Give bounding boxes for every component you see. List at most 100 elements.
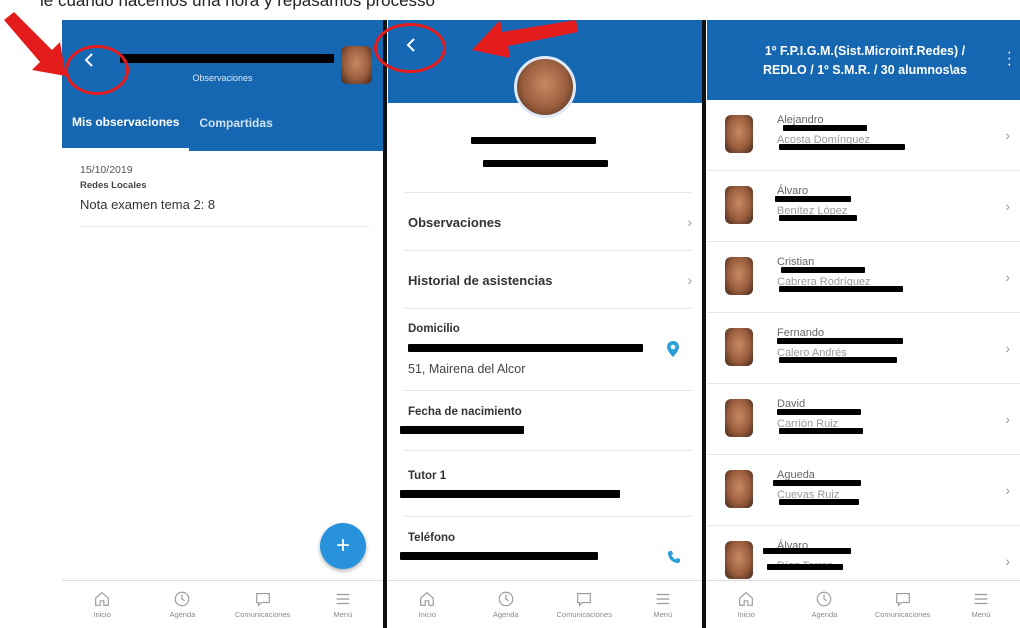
nav-comunicaciones[interactable]: Comunicaciones: [864, 581, 942, 628]
nav-label: Agenda: [169, 610, 196, 619]
observation-subject: Redes Locales: [80, 180, 147, 191]
redacted-student-name: [120, 54, 334, 63]
divider: [404, 308, 692, 309]
student-row[interactable]: Alejandro Acosta Domínguez ›: [707, 100, 1020, 171]
nav-menu[interactable]: Menú: [303, 581, 383, 628]
divider: [80, 226, 369, 227]
domicilio-label: Domicilio: [408, 323, 460, 335]
kebab-icon[interactable]: · · ·: [1007, 45, 1012, 73]
student-row[interactable]: Fernando Calero Andrés ›: [707, 313, 1020, 384]
address-line2: 51, Mairena del Alcor: [408, 362, 526, 376]
nav-label: Comunicaciones: [556, 610, 612, 619]
phone-icon[interactable]: [667, 550, 681, 564]
menu-historial-asistencias[interactable]: Historial de asistencias ›: [388, 251, 702, 308]
student-profile-screen: Observaciones › Historial de asistencias…: [388, 20, 702, 628]
panel-divider: [383, 20, 387, 628]
avatar[interactable]: [341, 46, 372, 84]
chevron-right-icon: ›: [1005, 411, 1010, 427]
divider: [404, 450, 692, 451]
chat-icon: [255, 593, 270, 607]
redacted-first-name: [471, 137, 596, 144]
observation-note: Nota examen tema 2: 8: [80, 197, 216, 212]
redacted-last-name: [483, 160, 608, 167]
nav-comunicaciones[interactable]: Comunicaciones: [545, 581, 624, 628]
home-icon: [739, 591, 754, 606]
annotation-arrow-icon: [472, 20, 578, 58]
highlight-circle: [65, 45, 129, 95]
bottom-nav: Inicio Agenda Comunicaciones Menú: [388, 580, 702, 628]
nav-inicio[interactable]: Inicio: [707, 581, 785, 628]
panel-divider: [702, 20, 706, 628]
student-row[interactable]: Cristian Cabrera Rodríguez ›: [707, 242, 1020, 313]
nav-agenda[interactable]: Agenda: [142, 581, 222, 628]
redaction-bar: [777, 338, 903, 344]
chevron-right-icon: ›: [1005, 482, 1010, 498]
redaction-bar: [777, 409, 861, 415]
divider: [404, 516, 692, 517]
nav-menu[interactable]: Menú: [624, 581, 703, 628]
student-avatar: [725, 470, 753, 508]
class-title-line2: REDLO / 1º S.M.R. / 30 alumnos\as: [763, 63, 967, 77]
fecha-nacimiento-label: Fecha de nacimiento: [408, 406, 522, 418]
chevron-right-icon: ›: [687, 272, 692, 288]
redaction-bar: [779, 144, 905, 150]
chevron-right-icon: ›: [1005, 553, 1010, 569]
student-avatar: [725, 186, 753, 224]
nav-label: Comunicaciones: [874, 610, 931, 619]
nav-label: Menú: [971, 610, 991, 619]
chevron-right-icon: ›: [1005, 198, 1010, 214]
nav-agenda[interactable]: Agenda: [785, 581, 863, 628]
nav-label: Agenda: [492, 610, 519, 619]
location-pin-icon[interactable]: [666, 340, 680, 358]
chat-icon: [577, 593, 592, 607]
redaction-bar: [781, 267, 865, 273]
redacted-phone: [400, 552, 598, 560]
nav-inicio[interactable]: Inicio: [62, 581, 142, 628]
redaction-bar: [779, 499, 859, 505]
divider: [404, 390, 692, 391]
observations-screen: Observaciones Mis observaciones Comparti…: [62, 20, 383, 628]
nav-label: Menú: [653, 610, 673, 619]
student-row[interactable]: David Carrión Ruiz ›: [707, 384, 1020, 455]
tab-bar: Mis observaciones Compartidas: [62, 95, 383, 151]
add-observation-button[interactable]: +: [320, 523, 366, 569]
class-title: 1º F.P.I.G.M.(Sist.Microinf.Redes) / RED…: [735, 42, 995, 80]
home-icon: [420, 591, 435, 606]
nav-agenda[interactable]: Agenda: [467, 581, 546, 628]
redaction-bar: [779, 215, 857, 221]
app-header: 1º F.P.I.G.M.(Sist.Microinf.Redes) / RED…: [707, 20, 1020, 100]
class-list-screen: 1º F.P.I.G.M.(Sist.Microinf.Redes) / RED…: [707, 20, 1020, 628]
redaction-bar: [763, 548, 851, 554]
menu-icon: [336, 593, 350, 605]
student-row[interactable]: Agueda Cuevas Ruiz ›: [707, 455, 1020, 526]
student-avatar: [725, 399, 753, 437]
redaction-bar: [773, 480, 861, 486]
tab-compartidas[interactable]: Compartidas: [189, 95, 282, 151]
nav-label: Agenda: [811, 610, 838, 619]
clock-icon: [175, 591, 190, 607]
redaction-bar: [779, 357, 897, 363]
nav-label: Inicio: [93, 610, 111, 619]
tab-mis-observaciones[interactable]: Mis observaciones: [62, 95, 190, 151]
telefono-label: Teléfono: [408, 532, 456, 544]
student-avatar: [725, 115, 753, 153]
menu-label: Observaciones: [408, 215, 502, 230]
menu-observaciones[interactable]: Observaciones ›: [388, 193, 702, 250]
tutor-label: Tutor 1: [408, 470, 447, 482]
nav-menu[interactable]: Menú: [942, 581, 1020, 628]
class-title-line1: 1º F.P.I.G.M.(Sist.Microinf.Redes) /: [764, 44, 966, 58]
nav-label: Comunicaciones: [234, 610, 291, 619]
annotation-arrow-icon: [4, 12, 66, 76]
home-icon: [95, 591, 110, 606]
chevron-right-icon: ›: [687, 214, 692, 230]
student-row[interactable]: Álvaro Benítez López ›: [707, 171, 1020, 242]
student-avatar: [514, 56, 576, 118]
nav-comunicaciones[interactable]: Comunicaciones: [223, 581, 303, 628]
redacted-birthdate: [400, 426, 524, 434]
nav-label: Inicio: [418, 610, 436, 619]
nav-inicio[interactable]: Inicio: [388, 581, 467, 628]
observation-date: 15/10/2019: [80, 164, 133, 176]
nav-label: Inicio: [737, 610, 755, 619]
caption-text: le cuando hacemos una hora y repasamos p…: [40, 0, 436, 10]
redaction-bar: [783, 125, 867, 131]
